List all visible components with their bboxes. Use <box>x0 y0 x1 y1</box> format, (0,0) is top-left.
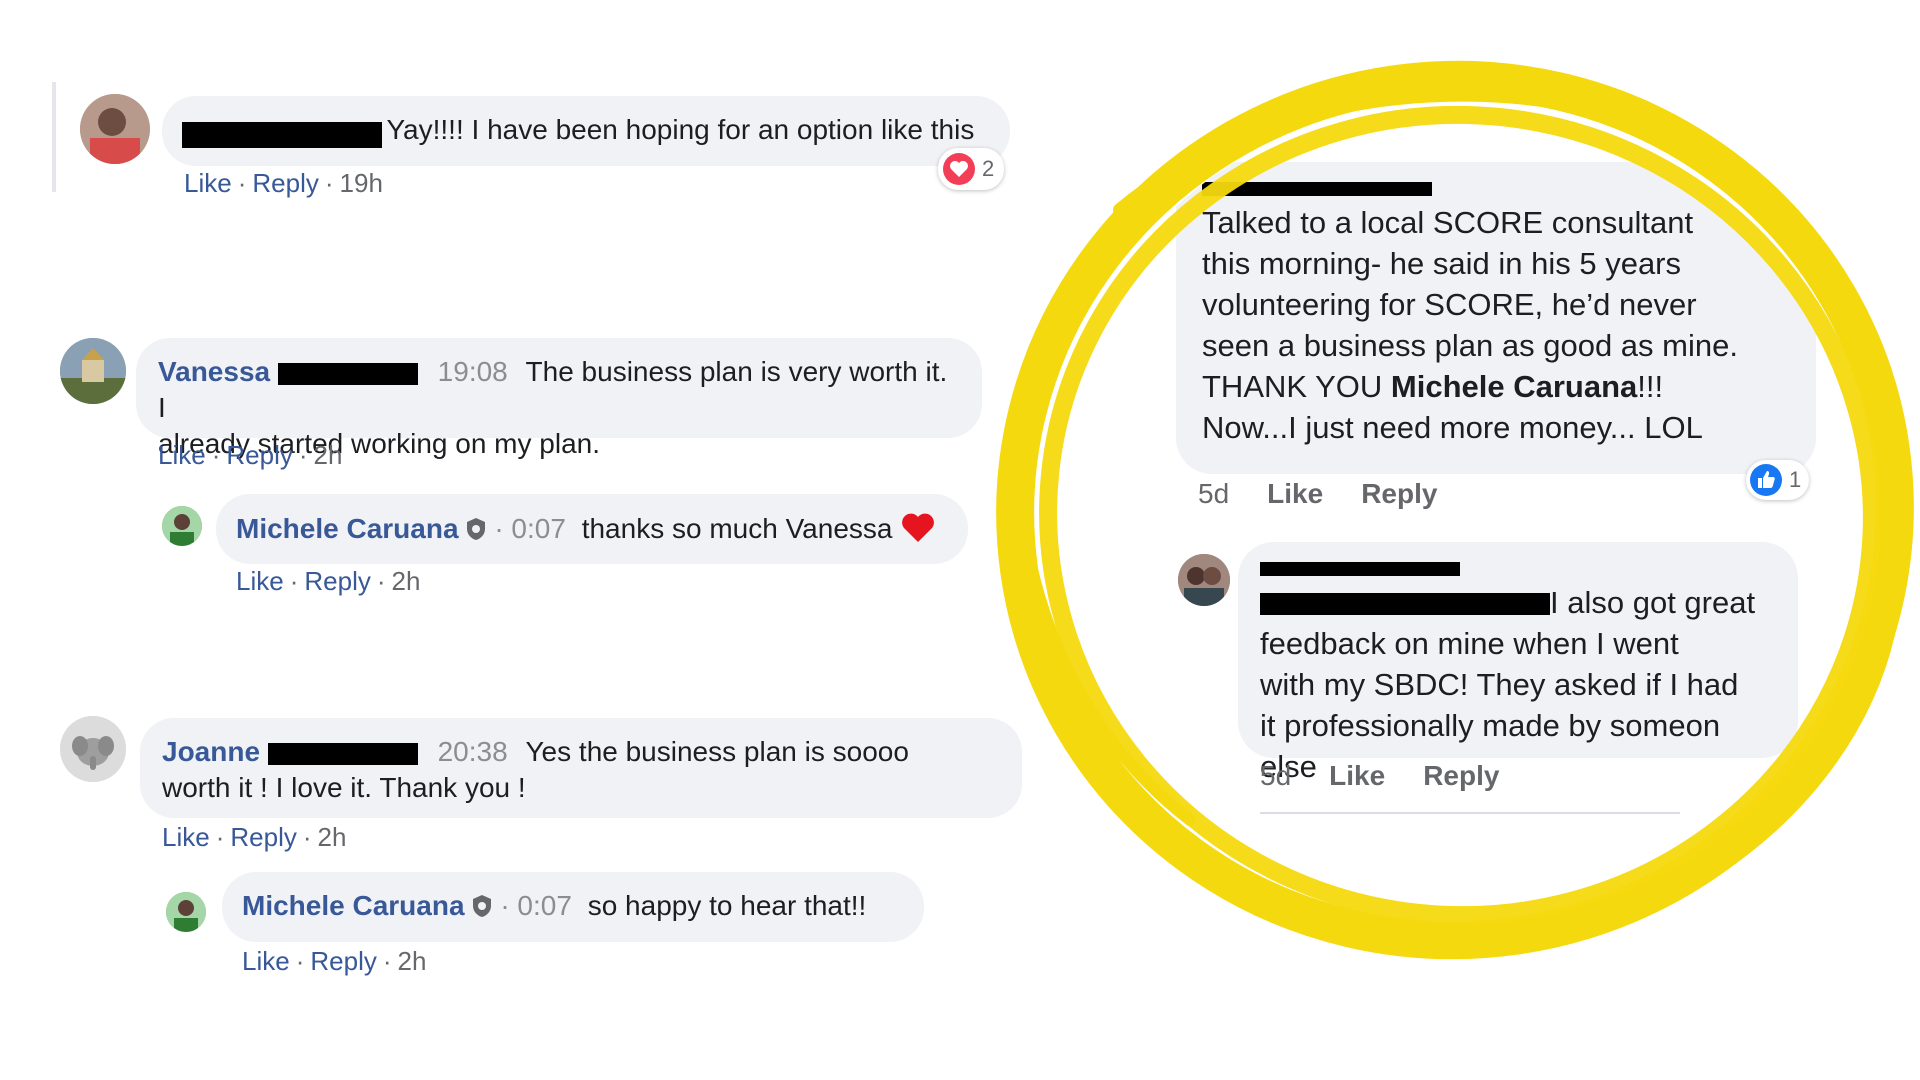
comment-time: 2h <box>397 946 427 976</box>
comment-text: seen a business plan as good as mine. <box>1202 328 1738 363</box>
comment-actions: Like · Reply · 2h <box>242 946 427 976</box>
comment-actions: Like · Reply · 2h <box>162 822 347 852</box>
redacted-name <box>277 362 418 385</box>
comment-text: Now...I just need more money... LOL <box>1202 410 1703 445</box>
like-button[interactable]: Like <box>242 946 290 976</box>
comment-text: worth it ! I love it. Thank you ! <box>162 772 526 803</box>
comment-text: !!! <box>1637 369 1664 404</box>
profile-photo-icon <box>162 506 202 546</box>
comment-time: 2h <box>313 440 343 470</box>
like-button[interactable]: Like <box>236 566 284 596</box>
comment-text: it professionally made by someon <box>1260 708 1721 743</box>
reply-button[interactable]: Reply <box>304 566 370 596</box>
comment-text: feedback on mine when I went <box>1260 626 1679 661</box>
commenter-name[interactable]: Joanne <box>162 736 260 767</box>
comment-text: volunteering for SCORE, he’d never <box>1202 287 1697 322</box>
comment-text: Talked to a local SCORE consultant <box>1202 205 1694 240</box>
comment-bubble: Vanessa 19:08 The business plan is very … <box>136 338 982 459</box>
like-button[interactable]: Like <box>1329 760 1385 791</box>
elephant-avatar-icon <box>60 716 126 782</box>
profile-photo-icon <box>60 338 126 404</box>
comment-text: thanks so much Vanessa <box>581 513 893 544</box>
redacted-name <box>267 742 418 765</box>
comment-time: 5d <box>1260 760 1292 791</box>
comment-text: Yes the business plan is soooo <box>525 736 909 767</box>
reaction-summary[interactable]: 1 <box>1746 460 1810 500</box>
reply-bubble: Michele Caruana · 0:07 so happy to hear … <box>222 872 924 942</box>
mention-link[interactable]: Michele Caruana <box>1391 369 1637 404</box>
like-button[interactable]: Like <box>1267 478 1323 509</box>
reply-button[interactable]: Reply <box>310 946 376 976</box>
comment-actions: Like · Reply · 19h <box>184 168 383 198</box>
comment-actions: 5d Like Reply <box>1260 760 1537 792</box>
divider <box>1260 812 1680 814</box>
love-reaction-icon <box>943 153 975 185</box>
reaction-count: 2 <box>982 156 995 181</box>
reply-button[interactable]: Reply <box>230 822 296 852</box>
reply-button[interactable]: Reply <box>1361 478 1437 509</box>
comment-time[interactable]: 0:07 <box>517 890 572 921</box>
reply-bubble: Michele Caruana · 0:07 thanks so much Va… <box>216 494 968 564</box>
avatar[interactable] <box>1178 554 1230 606</box>
comment-text: THANK YOU <box>1202 369 1391 404</box>
comment-bubble: I also got great feedback on mine when I… <box>1238 542 1798 784</box>
comment-text: The business plan is very worth it. I <box>158 356 948 423</box>
avatar[interactable] <box>162 506 202 546</box>
commenter-name[interactable]: Vanessa <box>158 356 270 387</box>
comment-text: I also got great <box>1550 585 1756 620</box>
profile-photo-icon <box>1178 554 1230 606</box>
comment-time[interactable]: 19:08 <box>438 356 508 387</box>
redacted-name <box>1260 561 1460 576</box>
heart-emoji-icon <box>902 513 935 542</box>
avatar[interactable] <box>80 94 150 164</box>
like-button[interactable]: Like <box>184 168 232 198</box>
avatar[interactable] <box>166 892 206 932</box>
like-button[interactable]: Like <box>162 822 210 852</box>
comment-time[interactable]: 0:07 <box>511 513 566 544</box>
comment-actions: Like · Reply · 2h <box>236 566 421 596</box>
reaction-count: 1 <box>1789 467 1802 492</box>
profile-photo-icon <box>80 94 150 164</box>
commenter-name[interactable]: Michele Caruana <box>242 890 465 921</box>
comment-text: with my SBDC! They asked if I had <box>1260 667 1739 702</box>
avatar[interactable] <box>60 716 126 782</box>
like-button[interactable]: Like <box>158 440 206 470</box>
top-fan-badge-icon <box>472 895 491 917</box>
redacted-name <box>1202 181 1432 196</box>
commenter-name[interactable]: Michele Caruana <box>236 513 459 544</box>
reply-button[interactable]: Reply <box>1423 760 1499 791</box>
like-reaction-icon <box>1750 464 1782 496</box>
reply-button[interactable]: Reply <box>226 440 292 470</box>
comment-time: 2h <box>391 566 421 596</box>
comment-time: 2h <box>317 822 347 852</box>
comment-actions: Like · Reply · 2h <box>158 440 343 470</box>
highlight-panel: Talked to a local SCORE consultant this … <box>1040 100 1860 930</box>
comment-time: 19h <box>339 168 383 198</box>
comment-text: this morning- he said in his 5 years <box>1202 246 1682 281</box>
redacted-name <box>182 121 382 148</box>
comment-time: 5d <box>1198 478 1230 509</box>
comment-bubble: Joanne 20:38 Yes the business plan is so… <box>140 718 1022 818</box>
redacted-mention <box>1260 593 1550 615</box>
comment-bubble: Talked to a local SCORE consultant this … <box>1176 162 1816 474</box>
comment-bubble: Yay!!!! I have been hoping for an option… <box>162 96 1010 166</box>
thread-line <box>52 82 56 192</box>
comment-text: Yay!!!! I have been hoping for an option… <box>386 114 975 145</box>
reaction-summary[interactable]: 2 <box>938 148 1005 190</box>
profile-photo-icon <box>166 892 206 932</box>
top-fan-badge-icon <box>466 518 485 540</box>
reply-button[interactable]: Reply <box>252 168 318 198</box>
comment-text: so happy to hear that!! <box>587 890 867 921</box>
comment-actions: 5d Like Reply <box>1198 478 1475 510</box>
avatar[interactable] <box>60 338 126 404</box>
comment-time[interactable]: 20:38 <box>438 736 508 767</box>
